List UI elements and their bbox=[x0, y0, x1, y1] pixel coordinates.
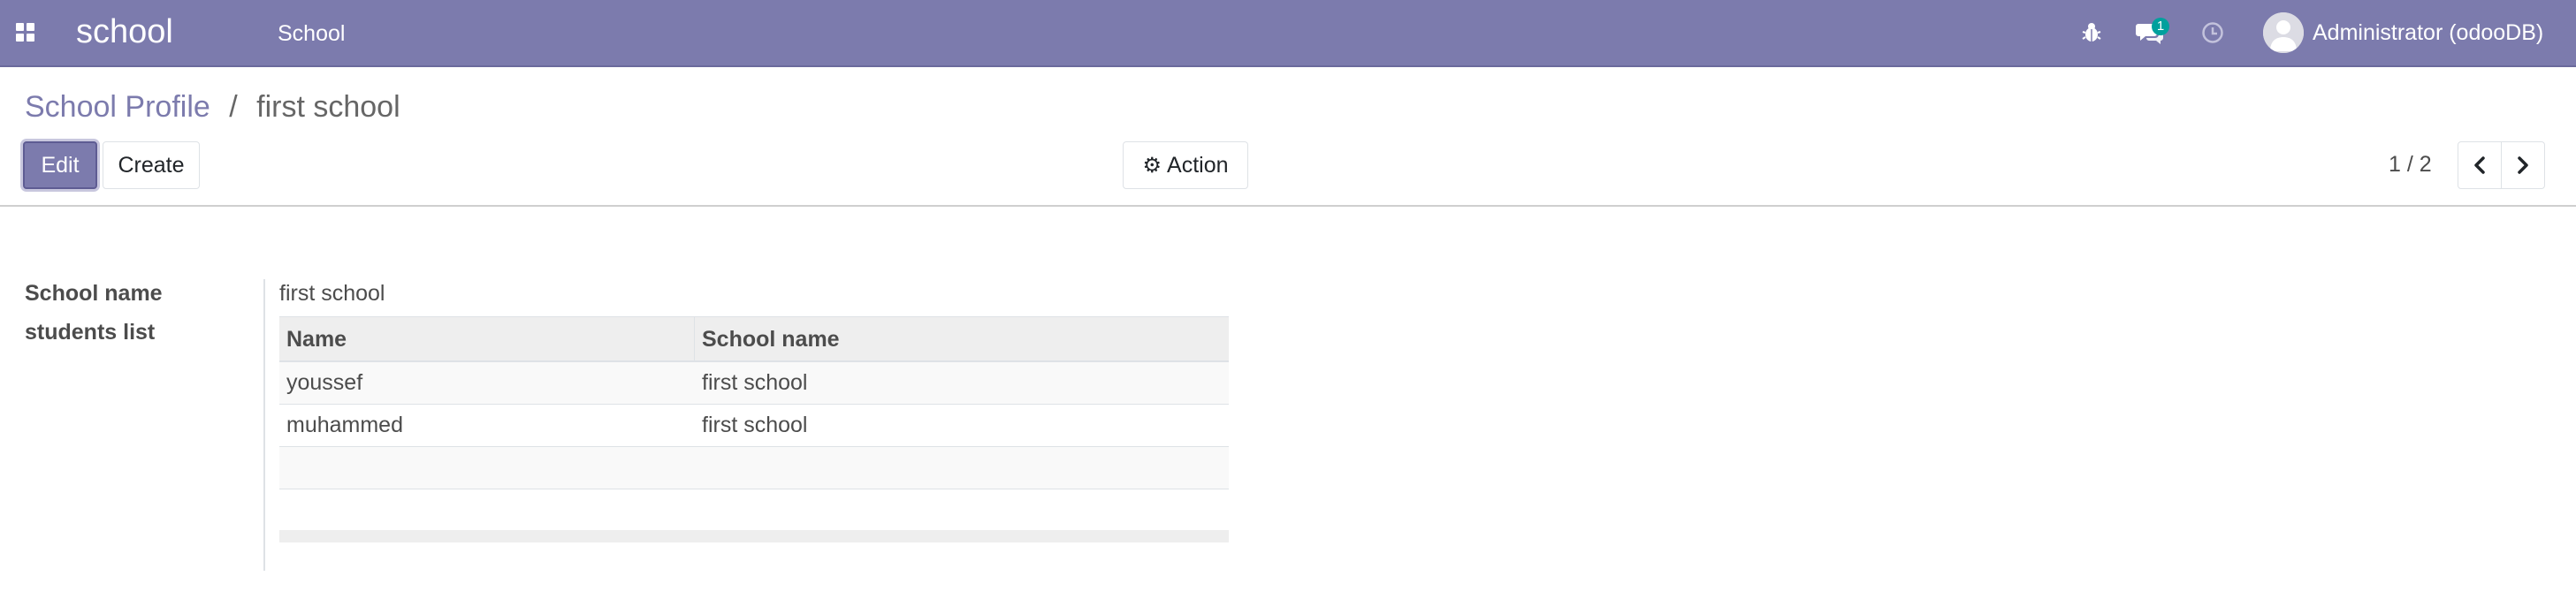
chevron-left-icon bbox=[2474, 156, 2485, 174]
bug-icon[interactable] bbox=[2077, 18, 2106, 48]
school-name-label: School name bbox=[25, 281, 163, 306]
form-column-divider bbox=[263, 279, 265, 571]
control-panel-divider bbox=[0, 205, 2576, 207]
clock-icon[interactable] bbox=[2198, 18, 2228, 48]
gear-icon: ⚙ bbox=[1142, 153, 1162, 178]
table-row[interactable]: youssef first school bbox=[279, 362, 1229, 405]
menu-item-school[interactable]: School bbox=[278, 19, 345, 48]
apps-menu-icon[interactable] bbox=[16, 23, 35, 42]
pager-value[interactable]: 1 / 2 bbox=[2389, 150, 2432, 178]
user-menu[interactable]: Administrator (odooDB) bbox=[2263, 11, 2543, 55]
pager-previous-button[interactable] bbox=[2458, 141, 2502, 189]
cell-school-name: first school bbox=[702, 370, 808, 395]
cell-school-name: first school bbox=[702, 413, 808, 437]
table-footer bbox=[279, 530, 1229, 542]
cell-name: youssef bbox=[286, 370, 363, 395]
edit-button[interactable]: Edit bbox=[23, 141, 97, 189]
school-name-value: first school bbox=[279, 281, 385, 306]
breadcrumb-current: first school bbox=[256, 90, 400, 124]
students-table: Name School name youssef first school mu… bbox=[279, 316, 1229, 542]
column-header-school-name[interactable]: School name bbox=[695, 317, 1229, 360]
column-header-name[interactable]: Name bbox=[279, 317, 695, 360]
action-button-label: Action bbox=[1167, 152, 1229, 178]
students-list-label: students list bbox=[25, 320, 156, 345]
breadcrumb-school-profile-link[interactable]: School Profile bbox=[25, 90, 210, 124]
table-header: Name School name bbox=[279, 316, 1229, 362]
messages-count-badge: 1 bbox=[2152, 18, 2169, 35]
breadcrumb-separator: / bbox=[229, 90, 238, 124]
breadcrumb: School Profile / first school bbox=[25, 88, 400, 125]
avatar bbox=[2263, 12, 2304, 53]
action-button[interactable]: ⚙ Action bbox=[1123, 141, 1248, 189]
top-navbar: school School 1 Administrator (odooDB) bbox=[0, 0, 2576, 67]
table-row[interactable]: muhammed first school bbox=[279, 405, 1229, 447]
app-brand[interactable]: school bbox=[76, 11, 173, 53]
cell-name: muhammed bbox=[286, 413, 403, 437]
table-empty-row bbox=[279, 447, 1229, 489]
user-name: Administrator (odooDB) bbox=[2313, 19, 2544, 45]
pager-next-button[interactable] bbox=[2501, 141, 2545, 189]
create-button[interactable]: Create bbox=[103, 141, 200, 189]
chevron-right-icon bbox=[2518, 156, 2528, 174]
